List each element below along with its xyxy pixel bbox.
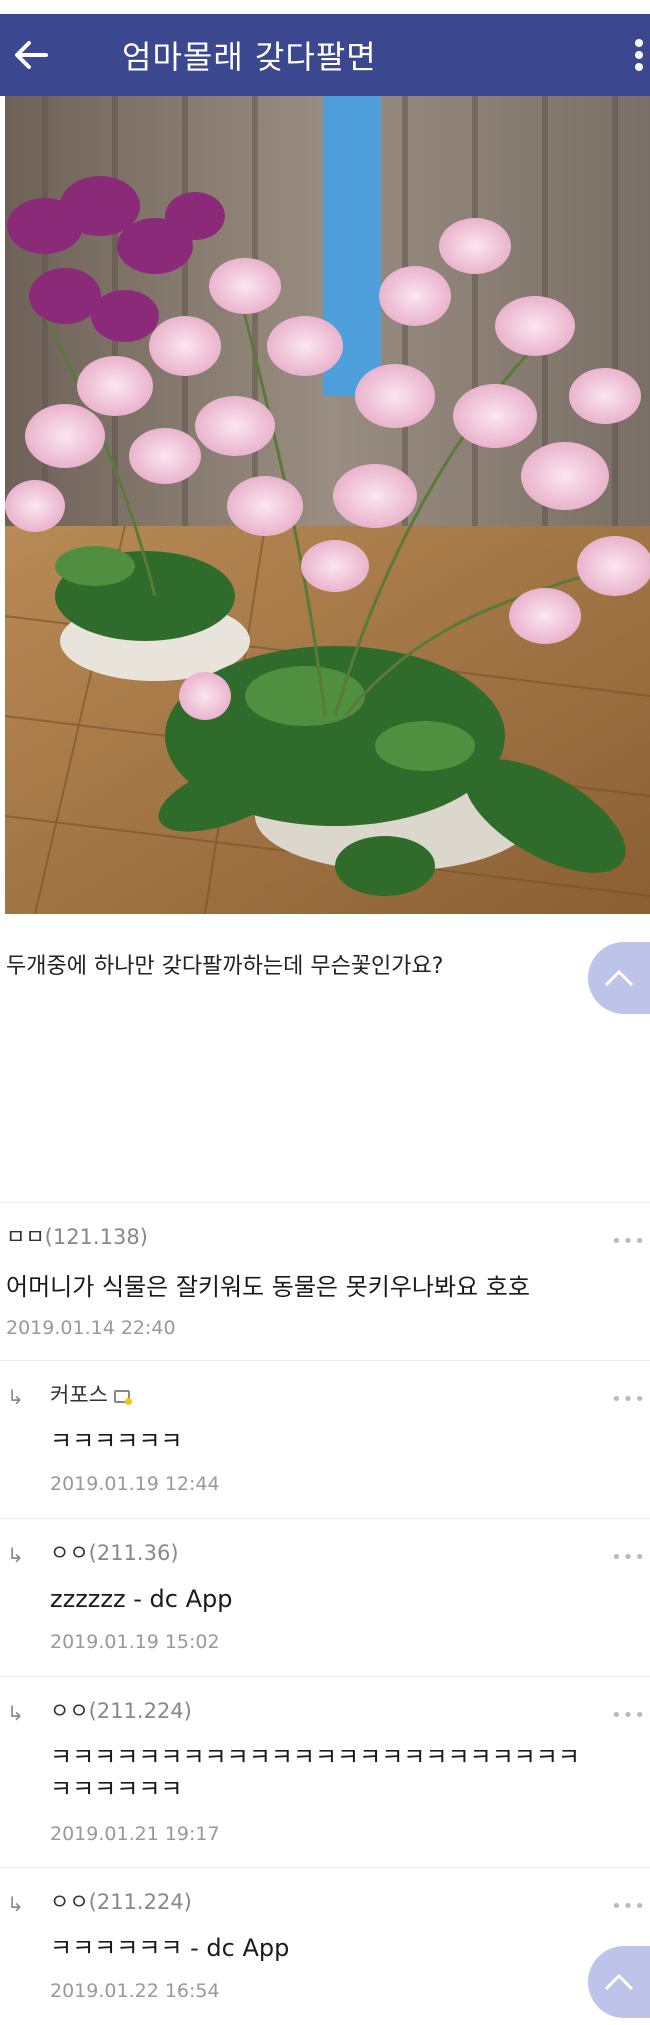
comment-body: ㅋㅋㅋㅋㅋㅋㅋㅋㅋㅋㅋㅋㅋㅋㅋㅋㅋㅋㅋㅋㅋㅋㅋㅋ xyxy=(50,1743,580,1771)
comment-author[interactable]: 커포스 xyxy=(50,1383,108,1407)
comment-body: 어머니가 식물은 잘키워도 동물은 못키우나봐요 호호 xyxy=(6,1273,530,1301)
comment-author[interactable]: ㅇㅇ xyxy=(50,1890,89,1914)
arrow-left-icon xyxy=(15,41,48,69)
page-title: 엄마몰래 갖다팔면 xyxy=(122,38,377,76)
comment-reply-item: ↳ ㅇㅇ(211.36) ••• zzzzzz - dc App 2019.01… xyxy=(0,1519,650,1676)
comment-author-line: ㅁㅁ(121.138) xyxy=(6,1221,148,1251)
reply-arrow-icon: ↳ xyxy=(7,1701,24,1725)
comment-author[interactable]: ㅁㅁ xyxy=(6,1225,45,1249)
comment-body: ㅋㅋㅋㅋㅋㅋ xyxy=(50,1427,183,1455)
more-vertical-icon xyxy=(635,39,643,71)
comment-date: 2019.01.22 16:54 xyxy=(50,1980,220,2002)
comment-author-line: ㅇㅇ(211.36) xyxy=(50,1537,179,1567)
comment-date: 2019.01.21 19:17 xyxy=(50,1823,220,1845)
app-bar: 엄마몰래 갖다팔면 xyxy=(0,14,650,96)
reply-arrow-icon: ↳ xyxy=(7,1543,24,1567)
comment-author-line: ㅇㅇ(211.224) xyxy=(50,1695,192,1725)
chevron-up-icon xyxy=(604,969,634,987)
comment-date: 2019.01.19 12:44 xyxy=(50,1473,220,1495)
back-button[interactable] xyxy=(0,14,62,96)
comment-date: 2019.01.14 22:40 xyxy=(6,1317,176,1339)
member-badge-icon xyxy=(113,1389,132,1405)
comment-reply-item: ↳ ㅇㅇ(211.224) ••• ㅋㅋㅋㅋㅋㅋ - dc App 2019.0… xyxy=(0,1868,650,2025)
comment-body: ㅋㅋㅋㅋㅋㅋ - dc App xyxy=(50,1934,290,1962)
comment-date: 2019.01.19 15:02 xyxy=(50,1631,220,1653)
orchid-photo xyxy=(5,96,650,914)
comment-author[interactable]: ㅇㅇ xyxy=(50,1699,89,1723)
comment-more-button[interactable]: ••• xyxy=(611,1705,646,1726)
comment-more-button[interactable]: ••• xyxy=(611,1389,646,1410)
comment-reply-item: ↳ 커포스 ••• ㅋㅋㅋㅋㅋㅋ 2019.01.19 12:44 xyxy=(0,1361,650,1518)
comment-reply-item: ↳ ㅇㅇ(211.224) ••• ㅋㅋㅋㅋㅋㅋㅋㅋㅋㅋㅋㅋㅋㅋㅋㅋㅋㅋㅋㅋㅋㅋ… xyxy=(0,1677,650,1867)
post-image xyxy=(5,96,650,914)
post-body: 두개중에 하나만 갖다팔까하는데 무슨꽃인가요? xyxy=(6,954,444,979)
reply-arrow-icon: ↳ xyxy=(7,1385,24,1409)
comment-ip: (211.36) xyxy=(88,1541,179,1565)
comment-more-button[interactable]: ••• xyxy=(611,1231,646,1252)
comment-author-line: 커포스 xyxy=(50,1379,132,1409)
comment-more-button[interactable]: ••• xyxy=(611,1547,646,1568)
more-menu-button[interactable] xyxy=(628,14,650,96)
comment-ip: (211.224) xyxy=(88,1699,192,1723)
comment-list: ㅁㅁ(121.138) ••• 어머니가 식물은 잘키워도 동물은 못키우나봐요… xyxy=(0,1202,650,2025)
comment-ip: (121.138) xyxy=(44,1225,148,1249)
comment-body-line2: ㅋㅋㅋㅋㅋㅋ xyxy=(50,1775,183,1803)
reply-arrow-icon: ↳ xyxy=(7,1892,24,1916)
scroll-top-button[interactable] xyxy=(588,942,650,1014)
comment-body: zzzzzz - dc App xyxy=(50,1585,233,1613)
comment-ip: (211.224) xyxy=(88,1890,192,1914)
comment-author-line: ㅇㅇ(211.224) xyxy=(50,1886,192,1916)
chevron-up-icon xyxy=(604,1973,634,1991)
comment-author[interactable]: ㅇㅇ xyxy=(50,1541,89,1565)
comment-more-button[interactable]: ••• xyxy=(611,1896,646,1917)
scroll-top-button[interactable] xyxy=(588,1946,650,2018)
comment-item: ㅁㅁ(121.138) ••• 어머니가 식물은 잘키워도 동물은 못키우나봐요… xyxy=(0,1203,650,1360)
